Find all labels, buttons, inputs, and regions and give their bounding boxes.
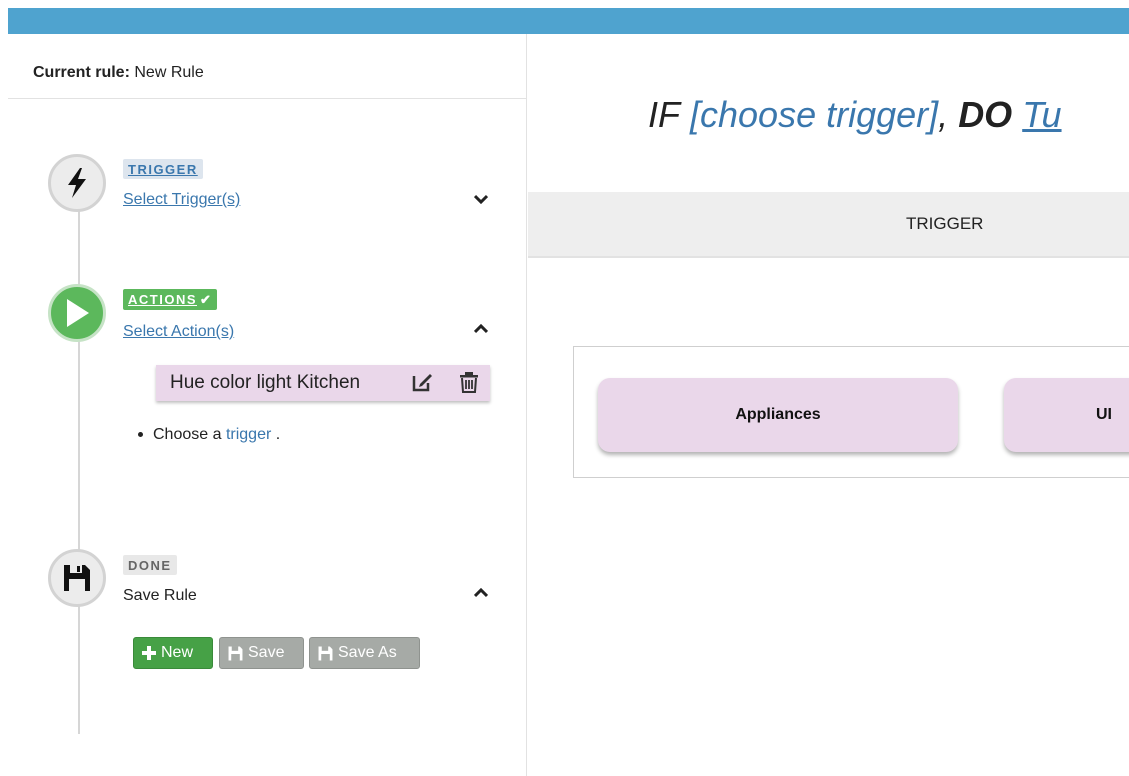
tab-trigger[interactable]: TRIGGER: [906, 214, 983, 234]
chevron-up-icon[interactable]: [474, 588, 488, 598]
category-appliances[interactable]: Appliances: [598, 378, 958, 452]
new-button[interactable]: New: [133, 637, 213, 669]
step-tab-bar: TRIGGER: [528, 192, 1129, 258]
bolt-icon: [48, 154, 106, 212]
hint-list-item: Choose a trigger .: [138, 426, 280, 444]
edit-icon[interactable]: [411, 371, 433, 393]
save-button-label: Save: [248, 644, 285, 661]
save-as-button[interactable]: Save As: [309, 637, 420, 669]
current-rule-value: New Rule: [134, 64, 204, 81]
play-icon: [48, 284, 106, 342]
hint-suffix: .: [275, 426, 281, 443]
chevron-up-icon[interactable]: [474, 324, 488, 334]
rule-sidebar: Current rule: New Rule TRIGGER Select Tr…: [8, 34, 527, 776]
floppy-disk-icon: [318, 646, 333, 660]
action-item[interactable]: Hue color light Kitchen: [156, 365, 490, 401]
bullet: [138, 432, 143, 438]
trash-icon[interactable]: [458, 371, 480, 393]
rule-title-do: DO: [958, 94, 1013, 135]
sidebar-divider: [8, 98, 526, 99]
new-button-label: New: [161, 644, 194, 661]
timeline-line: [78, 194, 80, 734]
rule-title-action-link[interactable]: Tu: [1022, 94, 1061, 135]
actions-badge[interactable]: ACTIONS ✔: [123, 289, 218, 310]
save-button[interactable]: Save: [219, 637, 304, 669]
main-panel: IF [choose trigger], DO Tu TRIGGER Appli…: [528, 34, 1129, 776]
rule-title-if: IF: [648, 94, 680, 135]
done-badge: DONE: [123, 555, 177, 575]
save-as-button-label: Save As: [338, 644, 397, 661]
actions-badge-label: ACTIONS: [128, 292, 197, 307]
current-rule: Current rule: New Rule: [33, 64, 204, 82]
chevron-down-icon[interactable]: [474, 194, 488, 204]
rule-title-comma: ,: [938, 94, 949, 135]
hint-prefix: Choose a: [153, 426, 222, 443]
floppy-disk-icon: [228, 646, 243, 660]
select-trigger-link[interactable]: Select Trigger(s): [123, 191, 240, 209]
select-action-link[interactable]: Select Action(s): [123, 323, 234, 341]
hint-trigger-link[interactable]: trigger: [226, 426, 271, 443]
floppy-disk-icon: [48, 549, 106, 607]
top-bar: [8, 8, 1129, 34]
plus-icon: [142, 646, 156, 660]
rule-title: IF [choose trigger], DO Tu: [648, 94, 1062, 136]
trigger-badge[interactable]: TRIGGER: [123, 159, 203, 179]
category-box: Appliances UI: [573, 346, 1129, 478]
save-rule-label: Save Rule: [123, 587, 197, 604]
category-ui[interactable]: UI: [1004, 378, 1129, 452]
rule-title-trigger[interactable]: [choose trigger]: [690, 94, 938, 135]
current-rule-label: Current rule:: [33, 64, 130, 81]
action-item-label: Hue color light Kitchen: [170, 372, 361, 393]
check-icon: ✔: [200, 292, 213, 307]
